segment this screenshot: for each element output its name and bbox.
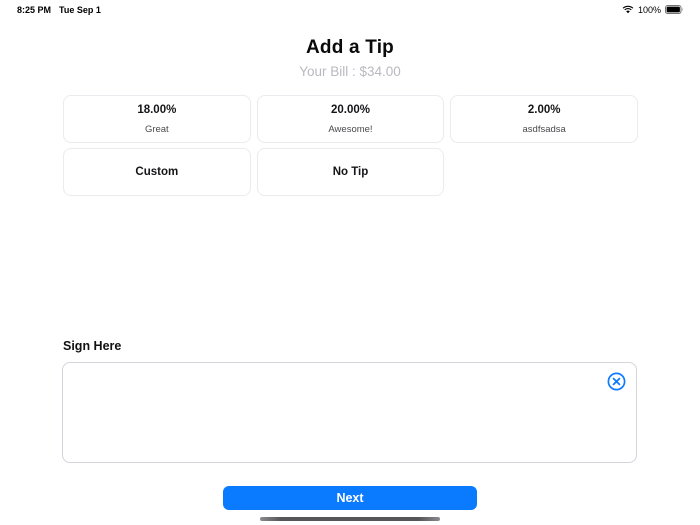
signature-pad[interactable] [62, 362, 637, 463]
tip-percent-label: 18.00% [137, 103, 177, 116]
tip-options-grid: 18.00% Great 20.00% Awesome! 2.00% asdfs… [63, 95, 638, 196]
next-button[interactable]: Next [223, 486, 477, 510]
clear-signature-button[interactable] [606, 371, 626, 391]
sign-here-label: Sign Here [63, 339, 122, 353]
status-time: 8:25 PM [17, 4, 52, 15]
tip-button-20-percent[interactable]: 20.00% Awesome! [256, 95, 445, 143]
tip-button-18-percent[interactable]: 18.00% Great [63, 95, 251, 143]
status-bar: 8:25 PM Tue Sep 1 100% [0, 0, 700, 17]
status-date: Tue Sep 1 [59, 4, 101, 15]
battery-icon [665, 5, 684, 14]
x-circle-icon [607, 372, 626, 391]
tip-label: Custom [135, 166, 179, 178]
tip-percent-label: 2.00% [527, 103, 561, 116]
tip-button-2-percent[interactable]: 2.00% asdfsadsa [450, 95, 638, 143]
page-title: Add a Tip [305, 37, 394, 58]
bill-amount-label: Your Bill : $34.00 [299, 64, 401, 79]
battery-percent: 100% [637, 4, 661, 15]
tip-label: No Tip [332, 166, 369, 178]
tip-sublabel: Awesome! [328, 123, 373, 135]
tip-sublabel: asdfsadsa [522, 123, 566, 135]
tip-sublabel: Great [144, 123, 169, 135]
home-indicator[interactable] [260, 517, 440, 521]
tip-percent-label: 20.00% [330, 103, 370, 116]
tip-button-custom[interactable]: Custom [63, 148, 251, 196]
wifi-icon [622, 5, 634, 14]
tip-button-no-tip[interactable]: No Tip [256, 148, 445, 196]
